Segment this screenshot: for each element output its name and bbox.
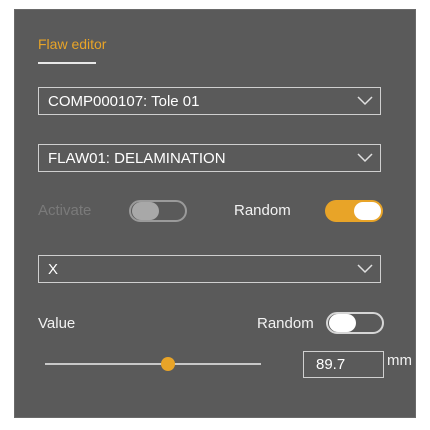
flaw-editor-panel: Flaw editor COMP000107: Tole 01 FLAW01: … bbox=[14, 9, 416, 418]
chevron-down-icon bbox=[350, 255, 380, 283]
title-underline bbox=[38, 62, 96, 64]
chevron-down-icon bbox=[350, 87, 380, 115]
component-select-value: COMP000107: Tole 01 bbox=[48, 92, 200, 110]
unit-label: mm bbox=[387, 352, 412, 369]
flaw-select[interactable]: FLAW01: DELAMINATION bbox=[38, 144, 381, 172]
activate-toggle[interactable] bbox=[129, 200, 187, 222]
value-random-toggle[interactable] bbox=[326, 312, 384, 334]
axis-select-value: X bbox=[48, 260, 59, 278]
component-select[interactable]: COMP000107: Tole 01 bbox=[38, 87, 381, 115]
panel-title: Flaw editor bbox=[38, 36, 107, 52]
toggle-knob bbox=[329, 314, 356, 332]
activate-label: Activate bbox=[38, 202, 92, 219]
value-random-label: Random bbox=[257, 315, 314, 332]
slider-thumb[interactable] bbox=[161, 357, 176, 371]
toggle-knob bbox=[354, 202, 381, 220]
toggle-knob bbox=[132, 202, 159, 220]
random-toggle[interactable] bbox=[325, 200, 383, 222]
chevron-down-icon bbox=[350, 144, 380, 172]
value-input[interactable] bbox=[303, 351, 384, 378]
flaw-select-value: FLAW01: DELAMINATION bbox=[48, 149, 226, 167]
axis-select[interactable]: X bbox=[38, 255, 381, 283]
random-label: Random bbox=[234, 202, 291, 219]
value-slider[interactable] bbox=[45, 357, 261, 371]
value-label: Value bbox=[38, 315, 76, 332]
